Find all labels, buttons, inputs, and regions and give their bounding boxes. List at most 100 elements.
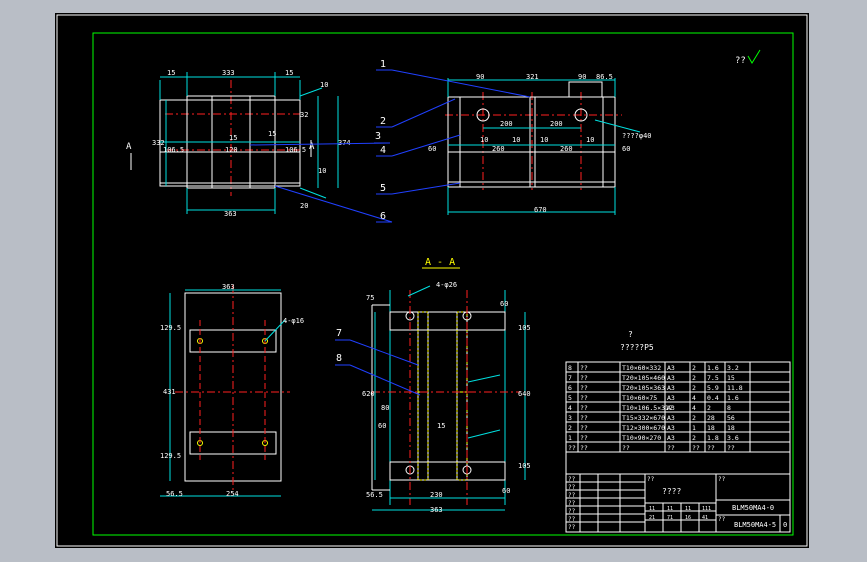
bom-row-cell: 56	[727, 414, 735, 422]
bom-row-cell: 0.4	[707, 394, 719, 402]
bom-row-cell: 4	[692, 404, 696, 412]
bom-row-cell: 18	[707, 424, 715, 432]
section-dim-right-2: 640	[518, 390, 531, 398]
bom-row-cell: 2	[692, 434, 696, 442]
bom-row-cell: T20×105×460	[622, 374, 665, 382]
front-dim-right-4: 10	[318, 167, 326, 175]
bottom-dim-bottom-2: 254	[226, 490, 239, 498]
tb-mini-7: 16	[685, 515, 691, 521]
section-dim-left-3: 60	[378, 422, 386, 430]
note-2: ?????P5	[620, 343, 654, 352]
drawing-number-2: BLM50MA4-5	[734, 521, 776, 529]
bom-header-cell: ??	[692, 444, 700, 452]
front-dim-mid-3: 106.5	[163, 146, 184, 154]
section-dim-right-3: 105	[518, 462, 531, 470]
tb-label-9: ??	[718, 476, 726, 483]
tb-mini-2: 11	[667, 506, 673, 512]
front-dim-bottom: 363	[224, 210, 237, 218]
bom-row-cell: 1.6	[727, 394, 739, 402]
bom-row-cell: 5.9	[707, 384, 719, 392]
side-dim-hole-2: 200	[550, 120, 563, 128]
tb-mini-5: 21	[649, 515, 655, 521]
bom-row-cell: 8	[568, 364, 572, 372]
side-hole-callout: ????φ40	[622, 132, 652, 140]
callout-5: 5	[380, 183, 386, 194]
side-dim-top-4: 86.5	[596, 73, 613, 81]
bom-row-cell: 28	[707, 414, 715, 422]
side-dim-mid-4: 10	[512, 136, 520, 144]
side-dim-top-3: 90	[578, 73, 586, 81]
side-dim-mid-3: 260	[492, 145, 505, 153]
tb-label-3: ??	[568, 492, 576, 499]
bom-row-cell: 15	[727, 374, 735, 382]
bom-row-cell: 5	[568, 394, 572, 402]
bom-row-cell: 18	[727, 424, 735, 432]
front-dim-mid-1: 15	[229, 134, 237, 142]
bottom-hole-callout: 4-φ16	[283, 317, 304, 325]
bom-row-cell: T10×90×270	[622, 434, 661, 442]
bom-row-cell: ??	[580, 434, 588, 442]
bom-row-cell: ??	[580, 414, 588, 422]
tb-label-10: ??	[718, 516, 726, 523]
side-dim-mid-2: 10	[480, 136, 488, 144]
bom-row-cell: 2	[692, 374, 696, 382]
callout-1: 1	[380, 59, 386, 70]
bom-row-cell: 2	[692, 414, 696, 422]
bom-row-cell: ??	[580, 424, 588, 432]
front-dim-right-1: 10	[320, 81, 328, 89]
section-mark-a: A	[126, 142, 132, 152]
bom-row-cell: 8	[727, 404, 731, 412]
top-mark: ??	[735, 56, 746, 66]
bom-row-cell: 2	[692, 384, 696, 392]
front-dim-right-3: 374	[338, 139, 351, 147]
callout-4: 4	[380, 145, 386, 156]
bom-header-cell: ??	[707, 444, 715, 452]
tb-label-8: ??	[647, 476, 655, 483]
bottom-dim-bottom-1: 56.5	[166, 490, 183, 498]
section-hole-callout: 4-φ26	[436, 281, 457, 289]
section-dim-left-1: 620	[362, 390, 375, 398]
front-dim-top-mid: 333	[222, 69, 235, 77]
bom-header-cell: ??	[667, 444, 675, 452]
section-dim-right-1: 105	[518, 324, 531, 332]
bom-row-cell: 4	[568, 404, 572, 412]
drawing-number: BLM50MA4-0	[732, 504, 774, 512]
bom-row-cell: A3	[667, 414, 675, 422]
bom-row-cell: T12×300×670	[622, 424, 665, 432]
bom-row-cell: 3.2	[727, 364, 739, 372]
bottom-dim-left-1: 129.5	[160, 324, 181, 332]
bom-row-cell: 11.8	[727, 384, 743, 392]
side-dim-mid-6: 260	[560, 145, 573, 153]
tb-mini-1: 11	[649, 506, 655, 512]
callout-6: 6	[380, 211, 386, 222]
front-dim-mid-5: 106.5	[285, 146, 306, 154]
callout-7: 7	[336, 328, 342, 339]
note-1: ?	[628, 330, 633, 339]
bom-row-cell: 2	[568, 424, 572, 432]
section-dim-right-4: 60	[502, 487, 510, 495]
section-title: A - A	[425, 257, 455, 268]
bom-row-cell: 6	[568, 384, 572, 392]
side-dim-bottom: 670	[534, 206, 547, 214]
section-dim-bottom-2: 230	[430, 491, 443, 499]
bom-header-cell: ??	[622, 444, 630, 452]
section-dim-left-2: 80	[381, 404, 389, 412]
bom-row-cell: 1.8	[707, 434, 719, 442]
section-dim-top-1: 75	[366, 294, 374, 302]
bom-header-cell: ??	[568, 444, 576, 452]
front-dim-mid-4: 120	[225, 146, 238, 154]
bom-row-cell: 7	[568, 374, 572, 382]
bom-row-cell: A3	[667, 404, 675, 412]
callout-8: 8	[336, 353, 342, 364]
section-dim-bottom-3: 363	[430, 506, 443, 514]
front-dim-top-left: 15	[167, 69, 175, 77]
front-dim-right-2: 32	[300, 111, 308, 119]
side-dim-mid-5: 10	[540, 136, 548, 144]
tb-mini-4: 111	[702, 506, 711, 512]
section-dim-left-4: 15	[437, 422, 445, 430]
side-dim-mid-7: 10	[586, 136, 594, 144]
bom-row-cell: A3	[667, 384, 675, 392]
bom-header-cell: ??	[580, 444, 588, 452]
tb-mini-8: 41	[702, 515, 708, 521]
bom-row-cell: 2	[707, 404, 711, 412]
